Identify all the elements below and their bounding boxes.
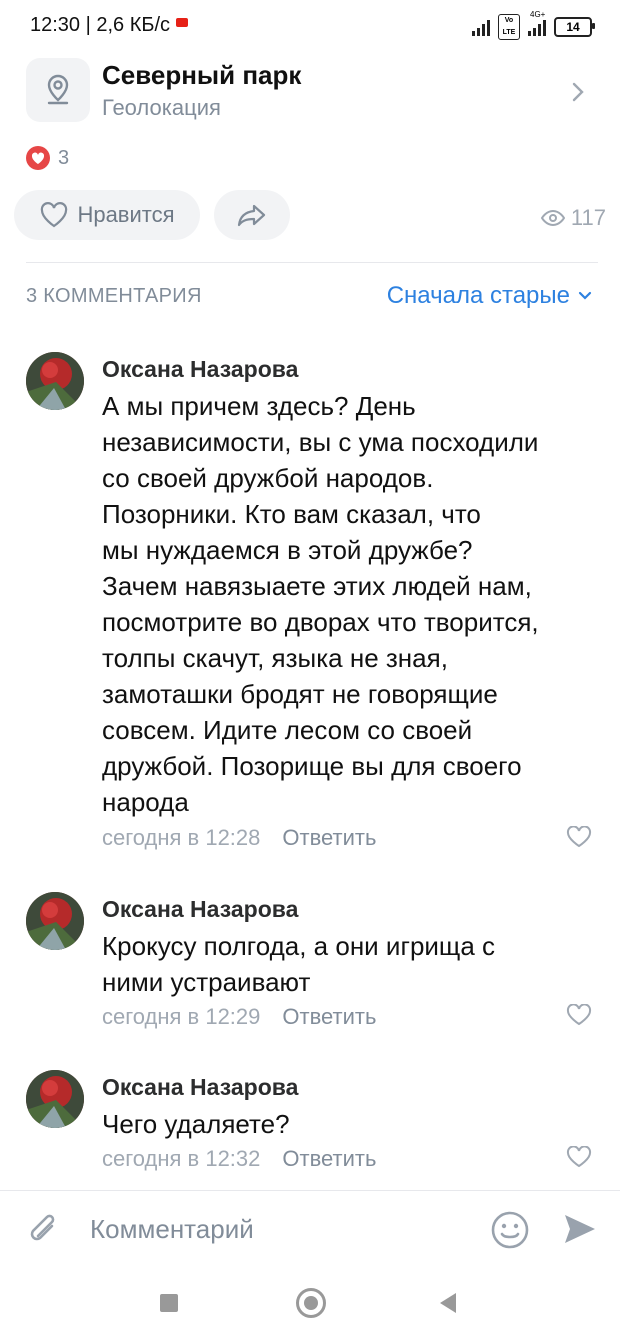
comment-input[interactable]: Комментарий	[90, 1214, 254, 1245]
comment-line: со своей дружбой народов.	[102, 463, 434, 493]
comment-author[interactable]: Оксана Назарова	[102, 356, 298, 383]
chevron-down-icon	[578, 291, 592, 300]
comment-line: Позорники. Кто вам сказал, что	[102, 499, 481, 529]
signal-4g-icon: 4G+	[528, 10, 546, 36]
reactions-count: 3	[58, 146, 70, 169]
comment-time: сегодня в 12:29	[102, 1004, 261, 1029]
comment-line: Чего удаляете?	[102, 1109, 290, 1139]
reactions-summary[interactable]: 3	[26, 146, 69, 170]
sort-label: Сначала старые	[386, 282, 570, 309]
like-label: Нравится	[77, 202, 175, 227]
comment-text: А мы причем здесь? День независимости, в…	[102, 388, 582, 820]
signal-icon	[472, 18, 490, 36]
back-nav-icon[interactable]	[440, 1293, 456, 1313]
comment-line: А мы причем здесь? День	[102, 391, 416, 421]
battery-icon: 14	[554, 17, 595, 37]
status-bar: 12:30 | 2,6 КБ/с Vo LTE 4G+ 14	[0, 0, 620, 46]
recents-nav-icon[interactable]	[160, 1294, 178, 1312]
comment-line: мы нуждаемся в этой дружбе?	[102, 535, 473, 565]
comment-line: ними устраивают	[102, 967, 311, 997]
share-arrow-icon	[237, 204, 266, 227]
location-title[interactable]: Северный парк	[102, 60, 301, 91]
reply-button[interactable]: Ответить	[282, 1004, 376, 1030]
comment-line: замоташки бродят не говорящие	[102, 679, 498, 709]
comment-like-icon[interactable]	[566, 1146, 592, 1168]
divider	[26, 262, 598, 263]
battery-level: 14	[566, 20, 580, 34]
comment-line: дружбой. Позорище вы для своего	[102, 751, 522, 781]
status-time: 12:30 | 2,6 КБ/с	[30, 14, 171, 36]
heart-reaction-icon	[26, 146, 50, 170]
comment-like-icon[interactable]	[566, 1004, 592, 1026]
status-right: Vo LTE 4G+ 14	[472, 10, 595, 40]
comment-line: толпы скачут, языка не зная,	[102, 643, 448, 673]
emoji-icon[interactable]	[490, 1210, 530, 1250]
comment-meta: сегодня в 12:32 Ответить	[102, 1146, 376, 1172]
comment-line: народа	[102, 787, 189, 817]
chevron-right-icon[interactable]	[570, 80, 586, 104]
comment-author[interactable]: Оксана Назарова	[102, 1074, 298, 1101]
geolocation-icon-box[interactable]	[26, 58, 90, 122]
comment-line: совсем. Идите лесом со своей	[102, 715, 473, 745]
views-counter: 117	[540, 205, 606, 231]
comments-count: 3 КОММЕНТАРИЯ	[26, 285, 202, 307]
avatar[interactable]	[26, 352, 84, 410]
comment-time: сегодня в 12:32	[102, 1146, 261, 1171]
comment-author[interactable]: Оксана Назарова	[102, 896, 298, 923]
comment-time: сегодня в 12:28	[102, 825, 261, 850]
paperclip-icon[interactable]	[26, 1210, 62, 1250]
network-type: 4G+	[530, 10, 546, 19]
comment-meta: сегодня в 12:29 Ответить	[102, 1004, 376, 1030]
home-nav-icon[interactable]	[296, 1288, 326, 1318]
volte-badge: Vo LTE	[498, 14, 520, 40]
reply-button[interactable]: Ответить	[282, 1146, 376, 1172]
comment-like-icon[interactable]	[566, 826, 592, 848]
reply-button[interactable]: Ответить	[282, 825, 376, 851]
heart-outline-icon	[41, 202, 68, 228]
share-button[interactable]	[214, 190, 290, 240]
location-subtitle: Геолокация	[102, 95, 221, 120]
comment-text: Крокусу полгода, а они игрища с ними уст…	[102, 928, 582, 1000]
send-icon[interactable]	[562, 1212, 598, 1246]
views-count: 117	[570, 205, 606, 230]
avatar[interactable]	[26, 892, 84, 950]
comment-line: независимости, вы с ума посходили	[102, 427, 539, 457]
location-pin-icon	[47, 74, 69, 105]
comment-meta: сегодня в 12:28 Ответить	[102, 825, 376, 851]
avatar[interactable]	[26, 1070, 84, 1128]
comment-line: Крокусу полгода, а они игрища с	[102, 931, 495, 961]
sort-dropdown[interactable]: Сначала старые	[387, 282, 592, 310]
like-button[interactable]: Нравится	[14, 190, 200, 240]
comment-line: посмотрите во дворах что творится,	[102, 607, 539, 637]
youtube-notification-icon	[176, 18, 188, 27]
comment-text: Чего удаляете?	[102, 1106, 582, 1142]
comment-line: Зачем навязыаете этих людей нам,	[102, 571, 532, 601]
eye-icon	[540, 210, 565, 226]
